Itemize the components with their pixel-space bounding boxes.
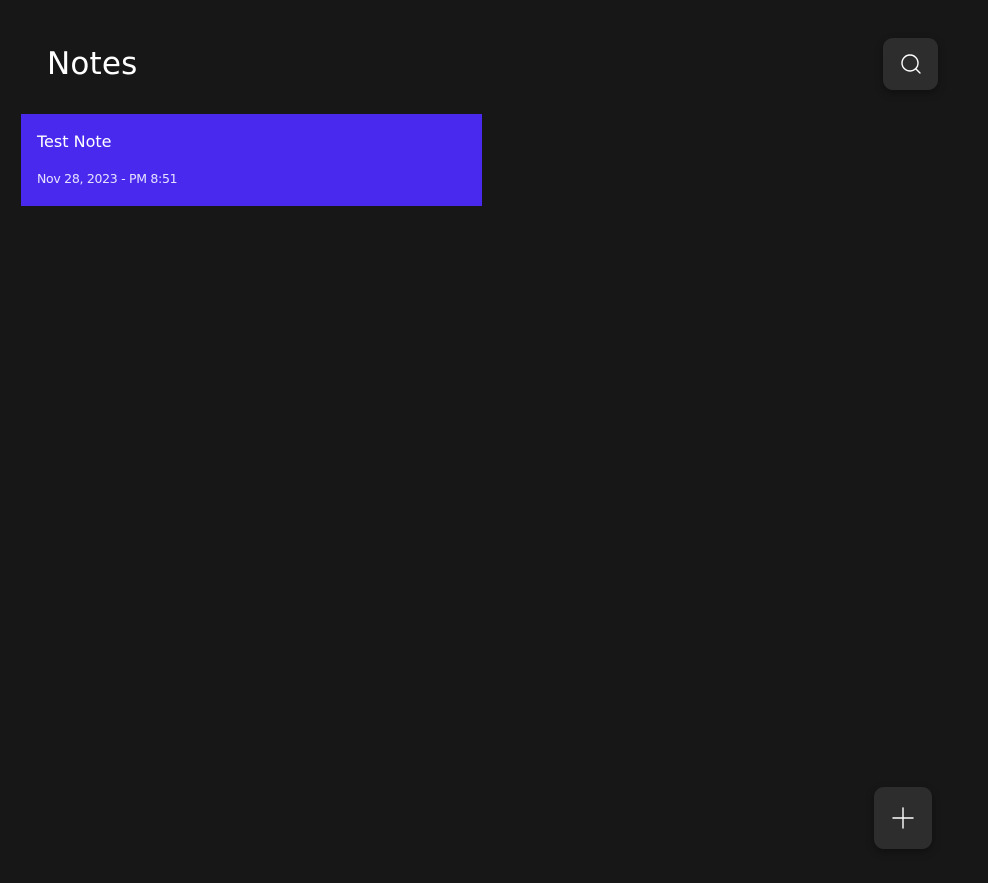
plus-icon: [892, 807, 914, 829]
add-note-button[interactable]: [874, 787, 932, 849]
page-title: Notes: [47, 46, 138, 82]
note-title: Test Note: [37, 132, 112, 151]
notes-list: Test Note Nov 28, 2023 - PM 8:51: [21, 114, 482, 206]
note-card[interactable]: Test Note Nov 28, 2023 - PM 8:51: [21, 114, 482, 206]
notes-app: Notes Test Note Nov 28, 2023 - PM 8:51: [0, 0, 988, 883]
search-icon: [900, 53, 922, 75]
note-date: Nov 28, 2023 - PM 8:51: [37, 171, 178, 186]
search-button[interactable]: [883, 38, 938, 90]
